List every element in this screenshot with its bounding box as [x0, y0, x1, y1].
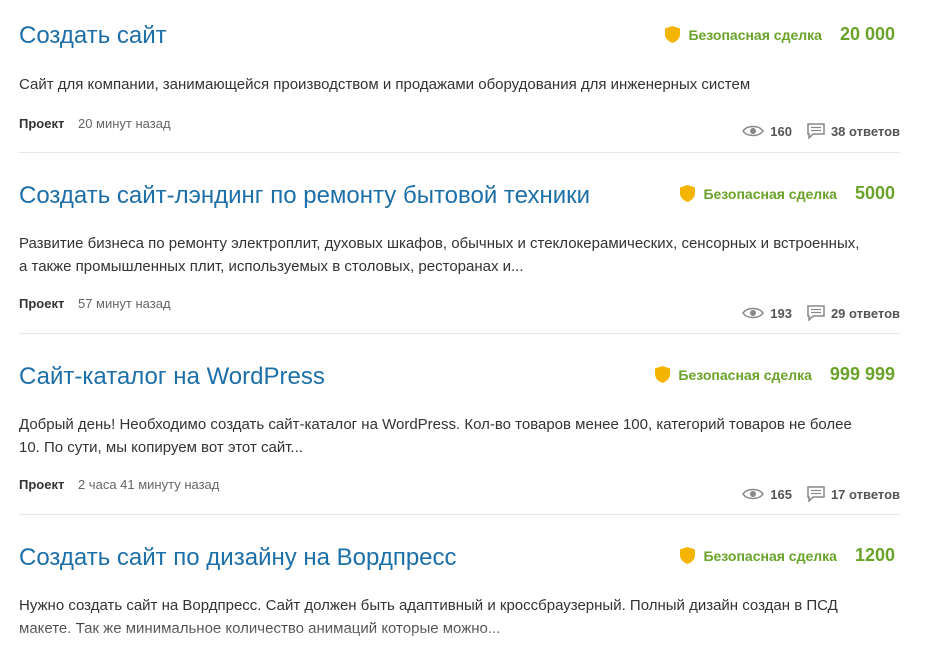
safe-deal: Безопасная сделка 999 999	[655, 364, 900, 385]
project-stats: 160 38 ответов	[742, 123, 900, 139]
comment-icon	[807, 305, 825, 321]
project-list: Создать сайт Безопасная сделка 20 000 Са…	[0, 0, 925, 654]
safe-deal: Безопасная сделка 20 000	[665, 24, 900, 45]
project-item: Создать сайт по дизайну на Вордпресс Без…	[19, 515, 900, 654]
project-kind: Проект	[19, 116, 65, 131]
project-title-link[interactable]: Сайт-каталог на WordPress	[19, 362, 325, 392]
comment-icon	[807, 123, 825, 139]
views-count: 165	[742, 487, 792, 502]
project-meta: Проект 2 часа 41 минуту назад	[19, 477, 219, 492]
project-time: 2 часа 41 минуту назад	[77, 477, 220, 492]
safe-deal-label: Безопасная сделка	[703, 185, 837, 202]
answers-count[interactable]: 38 ответов	[807, 123, 900, 139]
answers-count[interactable]: 17 ответов	[807, 486, 900, 502]
project-stats: 193 29 ответов	[742, 305, 900, 321]
views-count: 160	[742, 124, 792, 139]
views-count: 193	[742, 306, 792, 321]
price: 1200	[854, 545, 895, 565]
eye-icon	[742, 488, 765, 500]
shield-icon	[680, 185, 696, 202]
eye-icon	[742, 307, 765, 319]
shield-icon	[680, 547, 696, 564]
eye-icon	[742, 125, 765, 137]
safe-deal-label: Безопасная сделка	[703, 547, 837, 564]
price: 20 000	[839, 24, 895, 44]
project-description: Развитие бизнеса по ремонту электроплит,…	[19, 235, 860, 275]
project-item: Создать сайт Безопасная сделка 20 000 Са…	[19, 0, 900, 153]
price: 999 999	[829, 364, 895, 384]
project-title-link[interactable]: Создать сайт	[19, 21, 167, 51]
project-meta: Проект 57 минут назад	[19, 296, 171, 311]
project-stats: 165 17 ответов	[742, 486, 900, 502]
project-title-link[interactable]: Создать сайт по дизайну на Вордпресс	[19, 543, 457, 573]
project-time: 20 минут назад	[77, 116, 171, 131]
shield-icon	[655, 366, 671, 383]
project-time: 57 минут назад	[77, 296, 171, 311]
project-description: Сайт для компании, занимающейся производ…	[19, 76, 751, 93]
project-item: Сайт-каталог на WordPress Безопасная сде…	[19, 334, 900, 515]
project-description: Добрый день! Необходимо создать сайт-кат…	[19, 416, 852, 456]
project-kind: Проект	[19, 296, 65, 311]
comment-icon	[807, 486, 825, 502]
price: 5000	[854, 183, 895, 203]
project-item: Создать сайт-лэндинг по ремонту бытовой …	[19, 153, 900, 334]
project-kind: Проект	[19, 477, 65, 492]
safe-deal: Безопасная сделка 5000	[680, 183, 900, 204]
project-title-link[interactable]: Создать сайт-лэндинг по ремонту бытовой …	[19, 181, 590, 211]
safe-deal: Безопасная сделка 1200	[680, 545, 900, 566]
answers-count[interactable]: 29 ответов	[807, 305, 900, 321]
project-meta: Проект 20 минут назад	[19, 116, 171, 131]
safe-deal-label: Безопасная сделка	[678, 366, 812, 383]
project-description: Нужно создать сайт на Вордпресс. Сайт до…	[19, 597, 838, 637]
shield-icon	[665, 26, 681, 43]
safe-deal-label: Безопасная сделка	[688, 26, 822, 43]
